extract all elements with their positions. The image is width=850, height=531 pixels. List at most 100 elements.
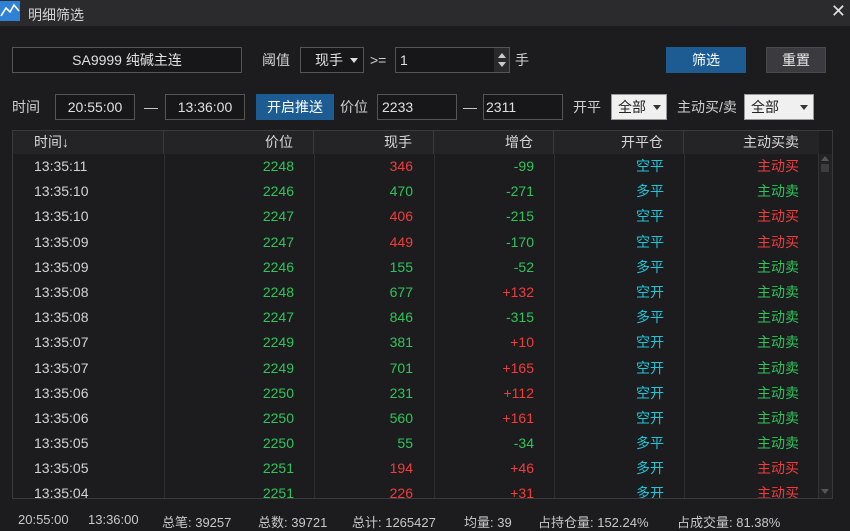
- cell-time: 13:35:05: [34, 435, 89, 452]
- cell-price: 2249: [262, 359, 294, 376]
- cell-time: 13:35:09: [34, 233, 89, 250]
- cell-open-close: 多平: [636, 258, 664, 275]
- trade-detail-table: 时间↓ 价位 现手 增仓 开平仓 主动买卖 13:35:11 2248 346 -99…: [12, 130, 833, 499]
- cell-oi-change: -99: [513, 158, 534, 174]
- col-header-oi-change[interactable]: 增仓: [434, 131, 554, 154]
- scroll-up-icon[interactable]: [821, 156, 829, 161]
- cell-time: 13:35:08: [34, 283, 89, 300]
- time-from-input[interactable]: 20:55:00: [55, 94, 135, 120]
- cell-volume: 560: [389, 409, 413, 426]
- active-side-value: 全部: [751, 99, 779, 115]
- chevron-down-icon: [350, 58, 358, 63]
- active-side-select[interactable]: 全部: [744, 94, 814, 120]
- cell-oi-change: +31: [510, 485, 534, 499]
- table-scrollbar[interactable]: [818, 154, 832, 498]
- table-row[interactable]: 13:35:04 2251 226 +31 多开 主动买: [13, 481, 819, 499]
- cell-open-close: 空平: [636, 233, 664, 250]
- table-row[interactable]: 13:35:08 2247 846 -315 多平 主动卖: [13, 305, 819, 330]
- cell-active-side: 主动卖: [757, 309, 799, 326]
- reset-button[interactable]: 重置: [766, 47, 826, 73]
- cell-price: 2251: [262, 460, 294, 477]
- table-row[interactable]: 13:35:07 2249 381 +10 空开 主动卖: [13, 330, 819, 355]
- threshold-stepper[interactable]: [494, 47, 510, 73]
- cell-oi-change: +10: [510, 334, 534, 351]
- openclose-value: 全部: [618, 99, 646, 115]
- cell-oi-change: +112: [503, 384, 535, 401]
- operator-label: >=: [370, 52, 387, 68]
- table-row[interactable]: 13:35:10 2246 470 -271 多平 主动卖: [13, 179, 819, 204]
- cell-price: 2250: [262, 384, 294, 401]
- openclose-select[interactable]: 全部: [611, 94, 667, 120]
- cell-open-close: 多开: [636, 485, 664, 499]
- filter-button[interactable]: 筛选: [666, 47, 746, 73]
- cell-time: 13:35:05: [34, 460, 89, 477]
- status-time-from: 20:55:00: [18, 512, 69, 527]
- cell-active-side: 主动买: [757, 460, 799, 477]
- cell-time: 13:35:11: [34, 158, 88, 174]
- active-side-label: 主动买/卖: [677, 99, 737, 115]
- stepper-down-icon[interactable]: [498, 62, 506, 67]
- cell-price: 2250: [262, 409, 294, 426]
- threshold-unit: 手: [515, 52, 529, 68]
- threshold-input[interactable]: 1: [395, 47, 495, 73]
- cell-oi-change: -215: [505, 208, 534, 225]
- cell-volume: 449: [389, 233, 413, 250]
- table-row[interactable]: 13:35:05 2251 194 +46 多开 主动买: [13, 456, 819, 481]
- cell-open-close: 空开: [636, 334, 664, 351]
- col-header-time[interactable]: 时间↓: [13, 131, 164, 154]
- table-row[interactable]: 13:35:10 2247 406 -215 空平 主动买: [13, 204, 819, 229]
- table-row[interactable]: 13:35:05 2250 55 -34 多平 主动卖: [13, 431, 819, 456]
- col-header-price[interactable]: 价位: [164, 131, 314, 154]
- stepper-up-icon[interactable]: [498, 53, 506, 58]
- cell-open-close: 多平: [636, 309, 664, 326]
- cell-price: 2249: [262, 334, 294, 351]
- table-row[interactable]: 13:35:07 2249 701 +165 空开 主动卖: [13, 356, 819, 381]
- cell-open-close: 多平: [636, 435, 664, 452]
- price-label: 价位: [340, 99, 368, 115]
- cell-price: 2251: [262, 485, 294, 499]
- table-row[interactable]: 13:35:09 2246 155 -52 多平 主动卖: [13, 255, 819, 280]
- cell-oi-change: -315: [505, 309, 534, 326]
- cell-price: 2248: [262, 283, 294, 300]
- price-to-input[interactable]: 2311: [483, 94, 563, 120]
- cell-active-side: 主动卖: [757, 334, 799, 351]
- col-header-open-close[interactable]: 开平仓: [554, 131, 684, 154]
- openclose-label: 开平: [573, 99, 601, 115]
- cell-active-side: 主动卖: [757, 409, 799, 426]
- scroll-thumb[interactable]: [821, 164, 829, 172]
- threshold-label: 阈值: [262, 52, 290, 68]
- close-icon[interactable]: ✕: [831, 1, 846, 22]
- cell-price: 2246: [262, 258, 294, 275]
- window-title: 明细筛选: [28, 7, 84, 23]
- cell-active-side: 主动卖: [757, 435, 799, 452]
- cell-active-side: 主动卖: [757, 258, 799, 275]
- table-row[interactable]: 13:35:11 2248 346 -99 空平 主动买: [13, 154, 819, 179]
- table-row[interactable]: 13:35:08 2248 677 +132 空开 主动卖: [13, 280, 819, 305]
- cell-volume: 194: [389, 460, 413, 477]
- cell-time: 13:35:08: [34, 309, 89, 326]
- cell-time: 13:35:10: [34, 183, 89, 200]
- price-from-input[interactable]: 2233: [377, 94, 457, 120]
- cell-active-side: 主动卖: [757, 183, 799, 200]
- cell-active-side: 主动买: [757, 208, 799, 225]
- cell-volume: 231: [389, 384, 413, 401]
- cell-volume: 406: [389, 208, 413, 225]
- cell-time: 13:35:07: [34, 334, 89, 351]
- table-row[interactable]: 13:35:06 2250 560 +161 空开 主动卖: [13, 406, 819, 431]
- scroll-down-icon[interactable]: [821, 489, 829, 494]
- col-header-volume[interactable]: 现手: [314, 131, 434, 154]
- threshold-type-select[interactable]: 现手: [300, 47, 364, 73]
- price-from-value: 2233: [382, 99, 414, 115]
- enable-push-button[interactable]: 开启推送: [256, 94, 334, 120]
- price-range-dash: —: [463, 99, 477, 115]
- symbol-field[interactable]: SA9999 纯碱主连: [12, 47, 242, 73]
- table-row[interactable]: 13:35:06 2250 231 +112 空开 主动卖: [13, 381, 819, 406]
- cell-time: 13:35:06: [34, 384, 89, 401]
- time-to-input[interactable]: 13:36:00: [165, 94, 245, 120]
- cell-volume: 55: [397, 435, 413, 452]
- table-row[interactable]: 13:35:09 2247 449 -170 空平 主动买: [13, 230, 819, 255]
- cell-open-close: 空开: [636, 384, 664, 401]
- col-header-active-side[interactable]: 主动买卖: [684, 131, 819, 154]
- status-bar: 20:55:00 13:36:00 总笔: 39257 总数: 39721 总计…: [0, 508, 850, 530]
- cell-open-close: 空开: [636, 359, 664, 376]
